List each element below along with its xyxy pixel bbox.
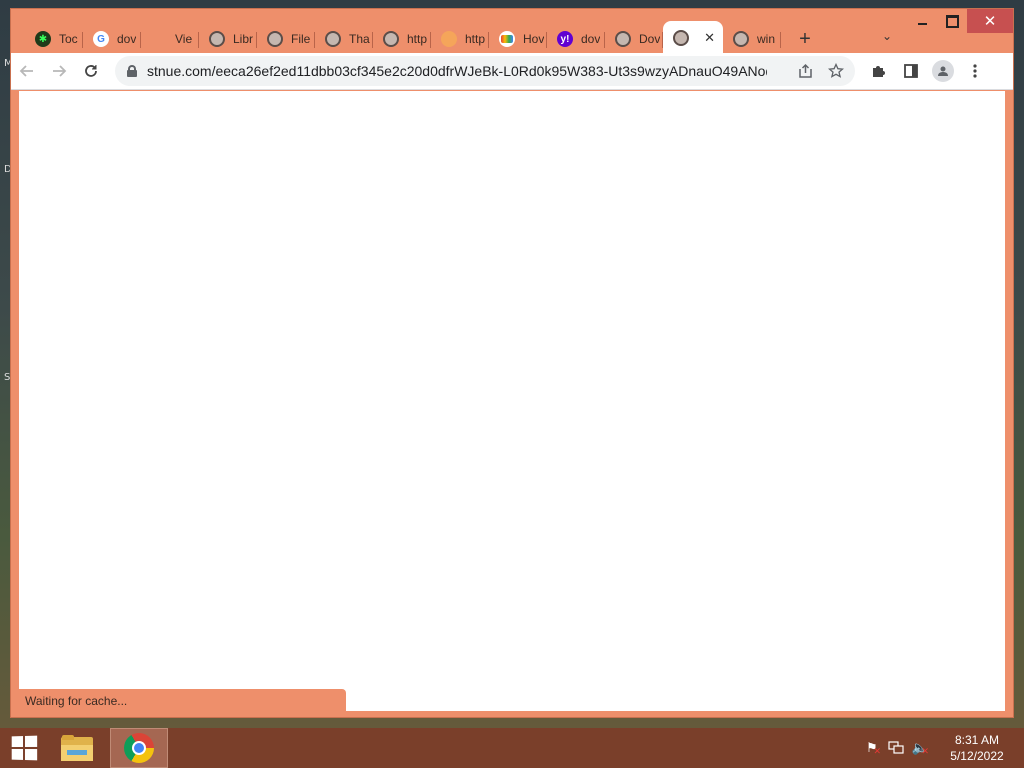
orange-icon (441, 31, 457, 47)
chrome-icon (124, 733, 154, 763)
clock-date: 5/12/2022 (950, 749, 1004, 763)
puzzle-glyph (873, 66, 885, 77)
yahoo-icon: y! (557, 31, 573, 47)
system-tray: ⚑ ✕ 🔈 ✕ 8:31 AM 5/12/2022 (860, 728, 1024, 768)
tab[interactable]: y! dov (547, 23, 605, 55)
reload-icon (85, 65, 97, 77)
tab[interactable]: File (257, 23, 315, 55)
arrow-right-icon (53, 65, 67, 77)
share-icon[interactable] (791, 56, 821, 86)
globe-icon (209, 31, 225, 47)
network-icon[interactable] (884, 728, 908, 768)
tab-label: Hov (523, 32, 545, 46)
tab[interactable]: win (723, 23, 781, 55)
tab-label: Dov (639, 32, 661, 46)
tab-label: Vie (175, 32, 193, 46)
globe-icon (325, 31, 341, 47)
browser-window: ✕ ✱ Toc G dov Vie Libr File Tha http htt… (10, 8, 1014, 718)
lock-icon[interactable] (127, 65, 137, 77)
globe-icon (615, 31, 631, 47)
tab-label: File (291, 32, 311, 46)
photos-icon (499, 31, 515, 47)
tab-active[interactable]: ✕ (663, 21, 723, 55)
globe-icon (673, 30, 689, 46)
globe-icon (267, 31, 283, 47)
tab-label: Libr (233, 32, 254, 46)
globe-icon (383, 31, 399, 47)
window-controls: ✕ (907, 9, 1013, 33)
tab-label: Toc (59, 32, 78, 46)
page-content[interactable]: Waiting for cache... (19, 91, 1005, 711)
green-gear-icon: ✱ (35, 31, 51, 47)
tab-label: Tha (349, 32, 370, 46)
chrome-taskbar-button[interactable] (110, 728, 168, 768)
minimize-button[interactable] (907, 9, 937, 33)
toolbar-right (863, 55, 991, 87)
tab[interactable]: Vie (141, 23, 199, 55)
close-tab-icon[interactable]: ✕ (704, 30, 715, 46)
tab-label: dov (581, 32, 601, 46)
blank-icon (151, 31, 167, 47)
address-bar[interactable]: stnue.com/eeca26ef2ed11dbb03cf345e2c20d0… (115, 56, 855, 86)
dots-vertical-icon (973, 64, 977, 78)
bookmark-star-icon[interactable] (821, 56, 851, 86)
omnibox-actions (791, 56, 851, 86)
google-icon: G (93, 31, 109, 47)
tab-label: win (757, 32, 776, 46)
panel-glyph (904, 64, 918, 78)
reload-button[interactable] (75, 55, 107, 87)
windows-logo-icon (11, 735, 38, 761)
star-glyph (828, 63, 844, 78)
menu-kebab-icon[interactable] (959, 55, 991, 87)
start-button[interactable] (0, 728, 48, 768)
tab[interactable]: Libr (199, 23, 257, 55)
file-explorer-taskbar-button[interactable] (48, 728, 106, 768)
action-center-flag-icon[interactable]: ⚑ ✕ (860, 728, 884, 768)
side-panel-icon[interactable] (895, 55, 927, 87)
avatar (932, 60, 954, 82)
new-tab-button[interactable]: + (787, 23, 823, 55)
tab-label: dov (117, 32, 137, 46)
tab[interactable]: ✱ Toc (25, 23, 83, 55)
share-glyph (799, 63, 812, 78)
close-window-button[interactable]: ✕ (967, 9, 1013, 33)
folder-icon (61, 735, 93, 761)
maximize-button[interactable] (937, 9, 967, 33)
arrow-left-icon (19, 65, 33, 77)
profile-button[interactable] (927, 55, 959, 87)
status-bubble: Waiting for cache... (19, 689, 346, 711)
person-icon (938, 66, 948, 76)
tab-label: http (407, 32, 428, 46)
browser-toolbar: stnue.com/eeca26ef2ed11dbb03cf345e2c20d0… (11, 53, 1013, 90)
clock-time: 8:31 AM (954, 733, 1000, 747)
monitor-glyph (888, 741, 904, 754)
tab-search-button[interactable]: ⌄ (877, 26, 897, 46)
tab[interactable]: Dov (605, 23, 663, 55)
globe-icon (733, 31, 749, 47)
back-button[interactable] (11, 55, 43, 87)
tab[interactable]: http (373, 23, 431, 55)
tab-strip: ✱ Toc G dov Vie Libr File Tha http http … (25, 19, 823, 55)
volume-muted-icon[interactable]: 🔈 ✕ (908, 728, 932, 768)
extensions-icon[interactable] (863, 55, 895, 87)
tab[interactable]: G dov (83, 23, 141, 55)
forward-button[interactable] (43, 55, 75, 87)
tab[interactable]: http (431, 23, 489, 55)
tab-label: http (465, 32, 486, 46)
clock[interactable]: 8:31 AM 5/12/2022 (938, 732, 1016, 764)
tab[interactable]: Tha (315, 23, 373, 55)
url-text[interactable]: stnue.com/eeca26ef2ed11dbb03cf345e2c20d0… (147, 63, 767, 79)
tab[interactable]: Hov (489, 23, 547, 55)
taskbar: ⚑ ✕ 🔈 ✕ 8:31 AM 5/12/2022 (0, 728, 1024, 768)
